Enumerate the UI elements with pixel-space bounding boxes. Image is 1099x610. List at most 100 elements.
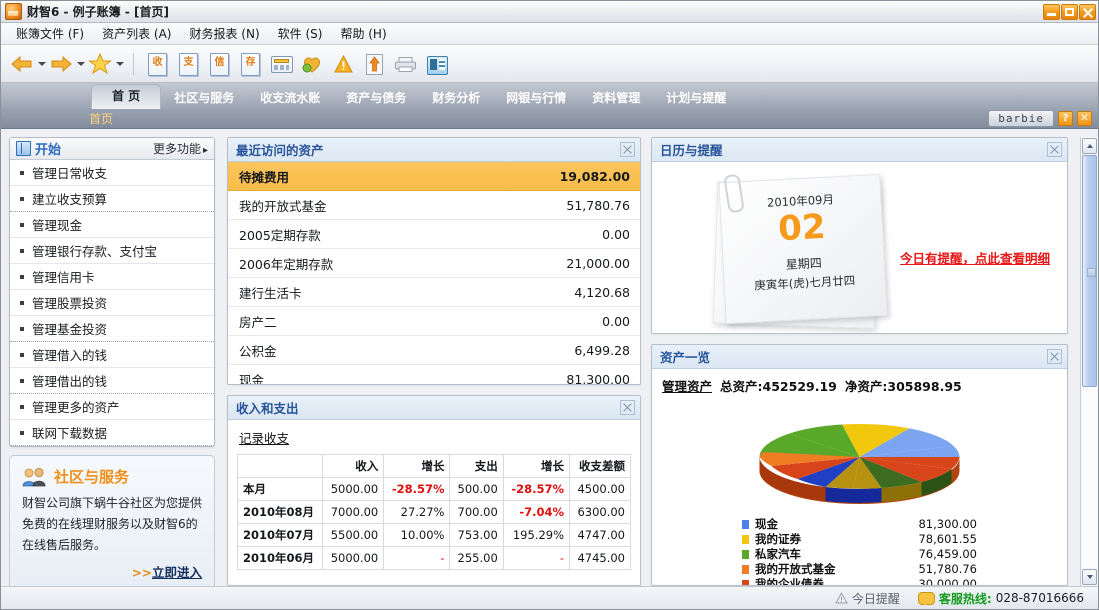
tab-assets-liabilities[interactable]: 资产与债务	[333, 87, 419, 109]
table-row[interactable]: 待摊费用19,082.00	[228, 162, 640, 191]
scrollbar-track[interactable]	[1082, 155, 1097, 568]
bullet-icon	[20, 327, 24, 331]
tab-financial-analysis[interactable]: 财务分析	[419, 87, 493, 109]
heart-money-icon[interactable]	[298, 50, 326, 78]
window-title: 财智6 - 例子账簿 - [首页]	[27, 3, 169, 20]
cell-expense-growth: 195.29%	[503, 524, 569, 547]
scroll-up-icon[interactable]	[1082, 138, 1097, 154]
menu-item-financial-report[interactable]: 财务报表 (N)	[180, 23, 268, 44]
sidebar-item-credit-card[interactable]: 管理信用卡	[10, 264, 214, 290]
community-service-link-row: >>立即进入	[22, 562, 202, 581]
upload-icon[interactable]	[360, 50, 388, 78]
link-arrows-icon: >>	[132, 566, 152, 580]
vertical-scrollbar[interactable]	[1080, 137, 1098, 586]
sidebar-item-fund-investment[interactable]: 管理基金投资	[10, 316, 214, 342]
table-row[interactable]: 公积金6,499.28	[228, 336, 640, 365]
scroll-down-icon[interactable]	[1082, 569, 1097, 585]
sidebar-item-label: 管理银行存款、支付宝	[32, 241, 157, 260]
sidebar-item-stock-investment[interactable]: 管理股票投资	[10, 290, 214, 316]
chat-bubble-icon	[918, 592, 935, 605]
table-row[interactable]: 房产二0.00	[228, 307, 640, 336]
work-area: 开始 更多功能 管理日常收支 建立收支预算 管理现金 管理银行存款、支付宝 管理…	[1, 129, 1098, 586]
report-icon[interactable]	[422, 50, 450, 78]
tab-online-bank-quotes[interactable]: 网银与行情	[493, 87, 579, 109]
sidebar-item-daily-income-expense[interactable]: 管理日常收支	[10, 160, 214, 186]
sidebar-item-money-borrowed[interactable]: 管理借入的钱	[10, 342, 214, 368]
table-row[interactable]: 建行生活卡4,120.68	[228, 278, 640, 307]
legend-label: 我的开放式基金	[755, 562, 836, 577]
table-row[interactable]: 2010年06月 5000.00 - 255.00 - 4745.00	[238, 547, 631, 570]
table-row[interactable]: 本月 5000.00 -28.57% 500.00 -28.57% 4500.0…	[238, 478, 631, 501]
close-icon[interactable]	[620, 142, 635, 157]
close-button[interactable]	[1079, 4, 1096, 20]
people-icon	[22, 467, 48, 487]
user-name-chip[interactable]: barbie	[988, 110, 1054, 127]
menu-item-asset-list[interactable]: 资产列表 (A)	[93, 23, 180, 44]
enter-community-link[interactable]: 立即进入	[152, 565, 202, 580]
today-reminder-status[interactable]: 今日提醒	[835, 590, 900, 607]
asset-name: 待摊费用	[239, 167, 289, 186]
sidebar-item-money-lent[interactable]: 管理借出的钱	[10, 368, 214, 394]
close-page-button[interactable]: ✕	[1077, 111, 1092, 126]
manage-assets-link[interactable]: 管理资产	[662, 376, 712, 395]
record-income-icon[interactable]: 收	[143, 50, 171, 78]
minimize-button[interactable]	[1043, 4, 1060, 20]
bullet-icon	[20, 249, 24, 253]
pie-chart-svg	[652, 409, 1067, 513]
back-arrow-icon[interactable]	[9, 51, 35, 77]
tab-cashflow[interactable]: 收支流水账	[247, 87, 333, 109]
sidebar-item-budget[interactable]: 建立收支预算	[10, 186, 214, 212]
close-icon[interactable]	[1047, 142, 1062, 157]
tab-data-management[interactable]: 资料管理	[579, 87, 653, 109]
calculator-icon[interactable]	[267, 50, 295, 78]
tab-community-service[interactable]: 社区与服务	[161, 87, 247, 109]
scrollbar-thumb[interactable]	[1082, 155, 1097, 387]
start-icon	[16, 141, 31, 156]
close-icon[interactable]	[1047, 349, 1062, 364]
table-row[interactable]: 2010年07月 5500.00 10.00% 753.00 195.29% 4…	[238, 524, 631, 547]
legend-item: 我的企业债券 30,000.00	[742, 577, 977, 586]
dashboard-column-left: 最近访问的资产 待摊费用19,082.00 我的开放式基金51,780.76 2…	[227, 137, 641, 586]
deposit-icon[interactable]: 存	[236, 50, 264, 78]
sidebar-item-label: 管理股票投资	[32, 293, 107, 312]
sidebar-item-cash[interactable]: 管理现金	[10, 212, 214, 238]
table-row[interactable]: 2010年08月 7000.00 27.27% 700.00 -7.04% 63…	[238, 501, 631, 524]
credit-icon[interactable]: 信	[205, 50, 233, 78]
menu-item-ledger-file[interactable]: 账簿文件 (F)	[7, 23, 93, 44]
menu-item-software[interactable]: 软件 (S)	[269, 23, 332, 44]
forward-arrow-icon[interactable]	[48, 51, 74, 77]
recent-assets-header: 最近访问的资产	[228, 138, 640, 162]
forward-dropdown-icon[interactable]	[75, 51, 86, 77]
sidebar-item-more-assets[interactable]: 管理更多的资产	[10, 394, 214, 420]
income-expense-title: 收入和支出	[236, 398, 299, 417]
table-row[interactable]: 2005定期存款0.00	[228, 220, 640, 249]
asset-name: 建行生活卡	[239, 283, 302, 302]
tab-plan-reminder[interactable]: 计划与提醒	[653, 87, 739, 109]
table-row[interactable]: 我的开放式基金51,780.76	[228, 191, 640, 220]
tab-home[interactable]: 首 页	[91, 84, 161, 109]
table-row[interactable]: 2006年定期存款21,000.00	[228, 249, 640, 278]
star-dropdown-icon[interactable]	[114, 51, 125, 77]
reminder-detail-link[interactable]: 今日有提醒，点此查看明细	[900, 248, 1050, 267]
warning-icon	[835, 592, 848, 604]
start-panel-header: 开始 更多功能	[10, 138, 214, 160]
warning-icon[interactable]	[329, 50, 357, 78]
help-button[interactable]: ?	[1058, 111, 1073, 126]
recent-assets-title: 最近访问的资产	[236, 140, 324, 159]
record-expense-icon[interactable]: 支	[174, 50, 202, 78]
menu-item-help[interactable]: 帮助 (H)	[331, 23, 395, 44]
sidebar-item-bank-deposit-alipay[interactable]: 管理银行存款、支付宝	[10, 238, 214, 264]
legend-swatch	[742, 520, 749, 529]
asset-overview-summary: 管理资产 总资产:452529.19 净资产:305898.95	[652, 369, 1067, 395]
back-dropdown-icon[interactable]	[36, 51, 47, 77]
record-income-expense-link[interactable]: 记录收支	[239, 428, 289, 447]
sidebar-item-download-data[interactable]: 联网下载数据	[10, 420, 214, 446]
table-row[interactable]: 现金81,300.00	[228, 365, 640, 385]
maximize-button[interactable]	[1061, 4, 1078, 20]
more-functions-link[interactable]: 更多功能	[153, 140, 208, 157]
star-icon[interactable]	[87, 51, 113, 77]
income-expense-body: 记录收支 收入 增长 支出 增长 收支差额	[228, 420, 640, 579]
close-icon[interactable]	[620, 400, 635, 415]
breadcrumb-home[interactable]: 首页	[89, 110, 113, 127]
print-icon[interactable]	[391, 50, 419, 78]
